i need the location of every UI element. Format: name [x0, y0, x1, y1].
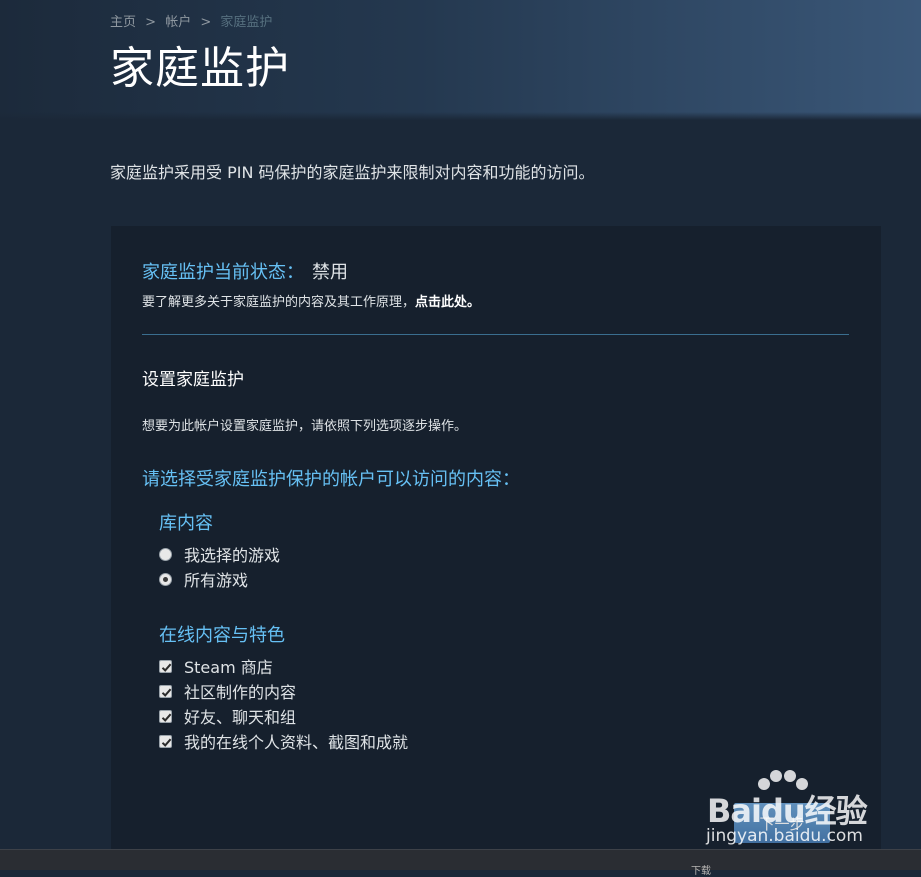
check-icon — [161, 713, 172, 722]
status-row: 家庭监护当前状态： 禁用 — [142, 258, 348, 284]
checkbox-steam-store[interactable] — [159, 659, 172, 673]
content-access-title: 请选择受家庭监护保护的帐户可以访问的内容： — [142, 469, 520, 490]
breadcrumb: 主页 > 帐户 > 家庭监护 — [110, 11, 272, 30]
learn-more-prefix: 要了解更多关于家庭监护的内容及其工作原理， — [142, 295, 416, 310]
check-icon — [161, 663, 172, 672]
status-label: 家庭监护当前状态： — [142, 262, 304, 283]
online-section-title: 在线内容与特色 — [159, 625, 285, 646]
next-step-button[interactable]: 下一步 — [734, 803, 830, 843]
learn-more-link[interactable]: 点击此处。 — [415, 295, 480, 310]
online-option-community-content[interactable]: 社区制作的内容 — [159, 680, 296, 702]
radio-all-games[interactable] — [159, 572, 172, 586]
bottom-bar: 下载 — [0, 849, 921, 877]
library-option-all-games[interactable]: 所有游戏 — [159, 568, 248, 590]
family-view-panel: 家庭监护当前状态： 禁用 要了解更多关于家庭监护的内容及其工作原理，点击此处。 设… — [111, 226, 881, 869]
option-label: 我的在线个人资料、截图和成就 — [184, 733, 409, 752]
setup-description: 想要为此帐户设置家庭监护，请依照下列选项逐步操作。 — [142, 419, 468, 434]
online-option-profile-screenshots[interactable]: 我的在线个人资料、截图和成就 — [159, 730, 408, 752]
breadcrumb-account[interactable]: 帐户 — [165, 15, 191, 30]
option-label: 我选择的游戏 — [184, 546, 281, 565]
library-option-selected-games[interactable]: 我选择的游戏 — [159, 543, 280, 565]
page-title: 家庭监护 — [110, 43, 290, 94]
option-label: 社区制作的内容 — [184, 683, 297, 702]
intro-text: 家庭监护采用受 PIN 码保护的家庭监护来限制对内容和功能的访问。 — [110, 163, 595, 182]
checkbox-community-content[interactable] — [159, 684, 172, 698]
breadcrumb-separator: > — [200, 15, 212, 30]
online-option-steam-store[interactable]: Steam 商店 — [159, 655, 273, 677]
learn-more-text: 要了解更多关于家庭监护的内容及其工作原理，点击此处。 — [142, 291, 480, 310]
option-label: Steam 商店 — [184, 658, 273, 677]
breadcrumb-home[interactable]: 主页 — [110, 15, 136, 30]
checkbox-profile-screenshots[interactable] — [159, 734, 172, 748]
status-value: 禁用 — [312, 262, 348, 283]
option-label: 所有游戏 — [184, 571, 249, 590]
breadcrumb-current: 家庭监护 — [220, 15, 273, 30]
radio-selected-games[interactable] — [159, 547, 172, 561]
check-icon — [161, 738, 172, 747]
divider — [142, 334, 849, 335]
downloads-label[interactable]: 下载 — [691, 862, 711, 877]
online-option-friends-chat-groups[interactable]: 好友、聊天和组 — [159, 705, 296, 727]
library-section-title: 库内容 — [159, 513, 213, 534]
check-icon — [161, 688, 172, 697]
page-header: 主页 > 帐户 > 家庭监护 家庭监护 — [0, 0, 921, 120]
checkbox-friends-chat-groups[interactable] — [159, 709, 172, 723]
option-label: 好友、聊天和组 — [184, 708, 297, 727]
setup-title: 设置家庭监护 — [142, 370, 244, 390]
breadcrumb-separator: > — [145, 15, 157, 30]
